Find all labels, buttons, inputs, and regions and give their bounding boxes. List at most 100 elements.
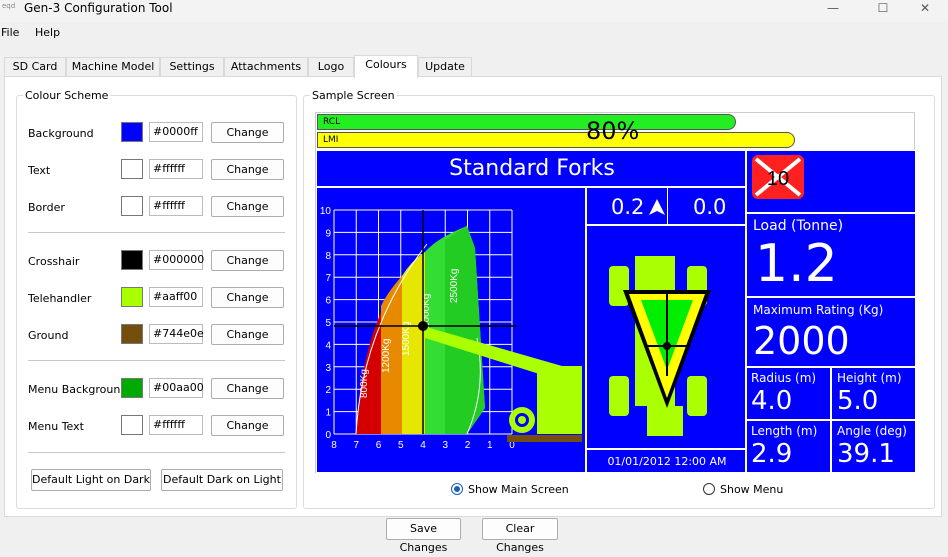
ground-label: Ground [28,329,69,342]
y-tick: 4 [325,340,331,351]
tab-attachments[interactable]: Attachments [224,57,308,77]
app-icon: eqd [2,2,16,10]
y-tick: 3 [325,363,331,374]
radius-label: Radius (m) [751,371,817,385]
height-label: Height (m) [837,371,902,385]
menu-text-swatch[interactable] [121,415,143,435]
background-change-button[interactable]: Change [211,122,284,143]
tab-logo[interactable]: Logo [308,57,354,77]
y-tick: 10 [320,206,332,217]
radius-value: 4.0 [751,386,793,416]
maximize-button[interactable]: ☐ [860,0,906,18]
load-chart: 8 7 6 5 4 3 2 1 0109876543210 800Kg1200Kg 1500Kg2… [320,206,582,451]
tab-settings[interactable]: Settings [160,57,224,77]
text-swatch[interactable] [121,159,143,179]
x-tick: 5 [398,440,404,451]
telehandler-label: Telehandler [28,292,92,305]
machine-graphic [609,256,711,436]
tab-sd-card[interactable]: SD Card [4,57,66,77]
show-menu-radio[interactable] [703,483,715,495]
menu-text-hex-field[interactable]: #ffffff [149,415,203,435]
tab-machine-model[interactable]: Machine Model [66,57,160,77]
load-value: 1.2 [755,234,838,294]
crosshair-point [418,321,428,331]
y-tick: 8 [325,251,331,262]
attachment-name: Standard Forks [449,156,615,181]
x-tick: 4 [420,440,426,451]
menu-bar: File Help [0,24,948,44]
sample-screen-legend: Sample Screen [312,89,395,102]
menu-background-change-button[interactable]: Change [211,378,284,399]
telehandler-hex-field[interactable]: #aaff00 [149,287,203,307]
background-hex-field[interactable]: #0000ff [149,122,203,142]
machine-top-view [586,225,746,449]
show-menu-label[interactable]: Show Menu [720,483,783,496]
separator [28,232,285,233]
crosshair-change-button[interactable]: Change [211,250,284,271]
stop-sign-icon: 10 [752,155,804,199]
max-rating-value: 2000 [753,319,850,363]
sample-screen: RCL LMI 80% Standard Forks 8 7 6 5 4 3 2 1 0 10 9 8… [315,112,916,473]
border-change-button[interactable]: Change [211,196,284,217]
percent-label: 80% [586,117,640,145]
text-hex-field[interactable]: #ffffff [149,159,203,179]
telehandler-swatch[interactable] [121,287,143,307]
zone-label: 800Kg [359,369,370,398]
tab-colours[interactable]: Colours [354,55,418,78]
max-rating-label: Maximum Rating (Kg) [753,303,884,317]
load-zone [445,226,485,434]
zone-label: 2500Kg [449,269,460,303]
clear-changes-button[interactable]: Clear Changes [482,518,558,554]
y-tick: 0 [325,430,331,441]
attachment-header: Standard Forks [316,150,746,187]
angle-deg-panel: Angle (deg) 39.1 [831,420,916,473]
zone-label: 1200Kg [381,339,392,373]
ground-bar [507,435,582,442]
menu-background-hex-field[interactable]: #00aa00 [149,378,204,398]
max-rating-panel: Maximum Rating (Kg) 2000 [746,297,916,367]
background-swatch[interactable] [121,122,143,142]
y-tick: 9 [325,228,331,239]
crosshair-hex-field[interactable]: #000000 [149,250,204,270]
border-swatch[interactable] [121,196,143,216]
x-tick: 7 [353,440,359,451]
default-dark-on-light-button[interactable]: Default Dark on Light [161,469,283,491]
length-panel: Length (m) 2.9 [746,420,831,473]
menu-help[interactable]: Help [35,26,60,39]
background-label: Background [28,127,94,140]
border-hex-field[interactable]: #ffffff [149,196,203,216]
x-tick: 3 [442,440,448,451]
x-tick: 2 [465,440,471,451]
show-main-screen-radio[interactable] [451,483,463,495]
menu-text-change-button[interactable]: Change [211,415,284,436]
ground-swatch[interactable] [121,324,143,344]
minimize-button[interactable]: — [810,0,856,18]
y-tick: 2 [325,385,331,396]
ground-change-button[interactable]: Change [211,324,284,345]
crosshair-swatch[interactable] [121,250,143,270]
close-button[interactable]: ✕ [902,0,948,18]
border-label: Border [28,201,65,214]
height-panel: Height (m) 5.0 [831,367,916,420]
y-tick: 7 [325,273,331,284]
y-tick: 6 [325,296,331,307]
show-main-screen-label[interactable]: Show Main Screen [468,483,569,496]
tab-update[interactable]: Update [418,57,472,77]
menu-file[interactable]: File [1,26,19,39]
angle-panel: 0.2 0.0 [586,187,746,226]
datetime: 01/01/2012 12:00 AM [607,455,727,468]
crosshair-label: Crosshair [28,255,80,268]
telehandler-change-button[interactable]: Change [211,287,284,308]
load-label: Load (Tonne) [753,218,844,234]
ground-hex-field[interactable]: #744e0e [149,324,204,344]
save-changes-button[interactable]: Save Changes [386,518,461,554]
warning-panel: 10 [746,150,916,213]
title-bar: eqd Gen-3 Configuration Tool — ☐ ✕ [0,0,948,22]
default-light-on-dark-button[interactable]: Default Light on Dark [31,469,151,491]
y-tick: 1 [325,408,331,419]
text-change-button[interactable]: Change [211,159,284,180]
angle-deg-label: Angle (deg) [837,424,907,438]
menu-background-label: Menu Background [28,383,128,396]
svg-text:10: 10 [767,168,789,190]
menu-background-swatch[interactable] [121,378,143,398]
